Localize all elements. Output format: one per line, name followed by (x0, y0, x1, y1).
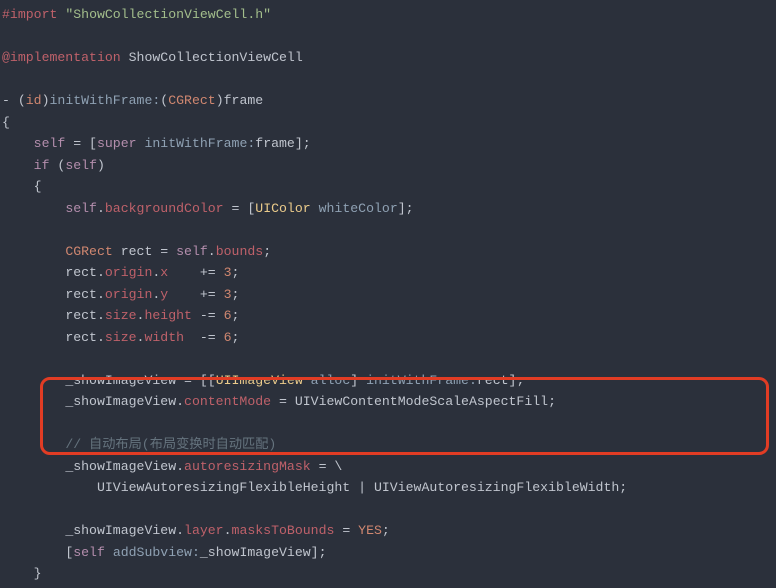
var-rect: rect (477, 373, 509, 388)
var-frame: frame (255, 136, 295, 151)
ivar-showimageview: _showImageView (65, 373, 176, 388)
prop-autoresizingmask: autoresizingMask (184, 459, 311, 474)
ivar-showimageview: _showImageView (65, 459, 176, 474)
param-type: CGRect (168, 93, 215, 108)
call-addsubview: addSubview: (113, 545, 200, 560)
type-cgrect: CGRect (65, 244, 112, 259)
prop-origin: origin (105, 287, 152, 302)
method-selector: initWithFrame: (50, 93, 161, 108)
kw-self: self (176, 244, 208, 259)
prop-width: width (144, 330, 184, 345)
const-flexwidth: UIViewAutoresizingFlexibleWidth (374, 480, 619, 495)
prop-bounds: bounds (216, 244, 263, 259)
var-rect: rect (121, 244, 153, 259)
const-yes: YES (358, 523, 382, 538)
prop-size: size (105, 330, 137, 345)
implementation-directive: @implementation (2, 50, 121, 65)
implementation-class: ShowCollectionViewCell (129, 50, 303, 65)
prop-layer: layer (184, 523, 224, 538)
prop-x: x (160, 265, 168, 280)
call-initwithframe: initWithFrame: (144, 136, 255, 151)
var-rect: rect (65, 265, 97, 280)
var-rect: rect (65, 308, 97, 323)
prop-origin: origin (105, 265, 152, 280)
import-directive: #import (2, 7, 57, 22)
prop-maskstobounds: masksToBounds (232, 523, 335, 538)
prop-contentmode: contentMode (184, 394, 271, 409)
param-name: frame (224, 93, 264, 108)
ivar-showimageview: _showImageView (200, 545, 311, 560)
prop-size: size (105, 308, 137, 323)
class-uicolor: UIColor (255, 201, 310, 216)
ivar-showimageview: _showImageView (65, 523, 176, 538)
num-6: 6 (224, 308, 232, 323)
num-3: 3 (224, 287, 232, 302)
num-3: 3 (224, 265, 232, 280)
ivar-showimageview: _showImageView (65, 394, 176, 409)
num-6: 6 (224, 330, 232, 345)
return-type: id (26, 93, 42, 108)
call-alloc: alloc (311, 373, 351, 388)
kw-self: self (34, 136, 66, 151)
kw-self: self (65, 201, 97, 216)
kw-super: super (97, 136, 137, 151)
prop-y: y (160, 287, 168, 302)
const-aspectfill: UIViewContentModeScaleAspectFill (295, 394, 548, 409)
call-whitecolor: whiteColor (319, 201, 398, 216)
code-editor[interactable]: #import "ShowCollectionViewCell.h" @impl… (0, 0, 776, 588)
kw-self: self (65, 158, 97, 173)
var-rect: rect (65, 287, 97, 302)
comment-autolayout: // 自动布局(布局变换时自动匹配) (65, 437, 276, 452)
var-rect: rect (65, 330, 97, 345)
class-uiimageview: UIImageView (216, 373, 303, 388)
call-initwithframe: initWithFrame: (366, 373, 477, 388)
prop-height: height (144, 308, 191, 323)
kw-if: if (34, 158, 50, 173)
kw-self: self (73, 545, 105, 560)
prop-backgroundcolor: backgroundColor (105, 201, 224, 216)
import-file: "ShowCollectionViewCell.h" (65, 7, 271, 22)
const-flexheight: UIViewAutoresizingFlexibleHeight (97, 480, 350, 495)
